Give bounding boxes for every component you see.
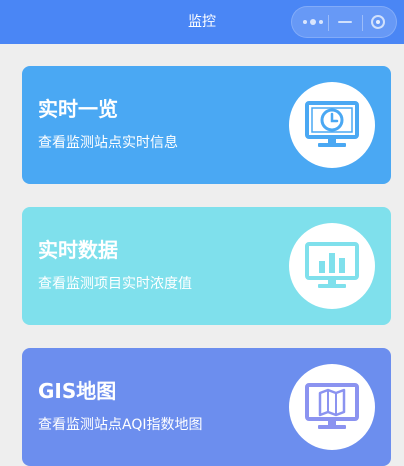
card-title: 实时数据 (38, 238, 118, 262)
card-subtitle: 查看监测站点AQI指数地图 (38, 417, 203, 433)
menu-capsule (291, 6, 397, 38)
more-options-button[interactable] (298, 7, 328, 37)
card-icon-circle (289, 82, 375, 168)
top-navigation-bar: 监控 (0, 0, 404, 44)
card-gis-map[interactable]: GIS地图 查看监测站点AQI指数地图 (22, 348, 391, 466)
minimize-icon (338, 21, 352, 23)
card-title: GIS地图 (38, 379, 117, 403)
card-title: 实时一览 (38, 97, 118, 121)
capsule-divider (328, 15, 329, 31)
card-realtime-overview[interactable]: 实时一览 查看监测站点实时信息 (22, 66, 391, 184)
card-icon-circle (289, 364, 375, 450)
card-icon-circle (289, 223, 375, 309)
close-button[interactable] (364, 7, 392, 37)
card-subtitle: 查看监测项目实时浓度值 (38, 276, 192, 292)
monitor-bar-chart-icon (305, 242, 359, 288)
close-circle-icon (371, 15, 385, 29)
monitor-clock-icon (305, 101, 359, 147)
card-realtime-data[interactable]: 实时数据 查看监测项目实时浓度值 (22, 207, 391, 325)
minimize-button[interactable] (330, 7, 360, 37)
monitor-map-icon (305, 383, 359, 429)
card-subtitle: 查看监测站点实时信息 (38, 135, 178, 151)
capsule-divider (362, 15, 363, 31)
more-dots-icon (303, 19, 323, 25)
